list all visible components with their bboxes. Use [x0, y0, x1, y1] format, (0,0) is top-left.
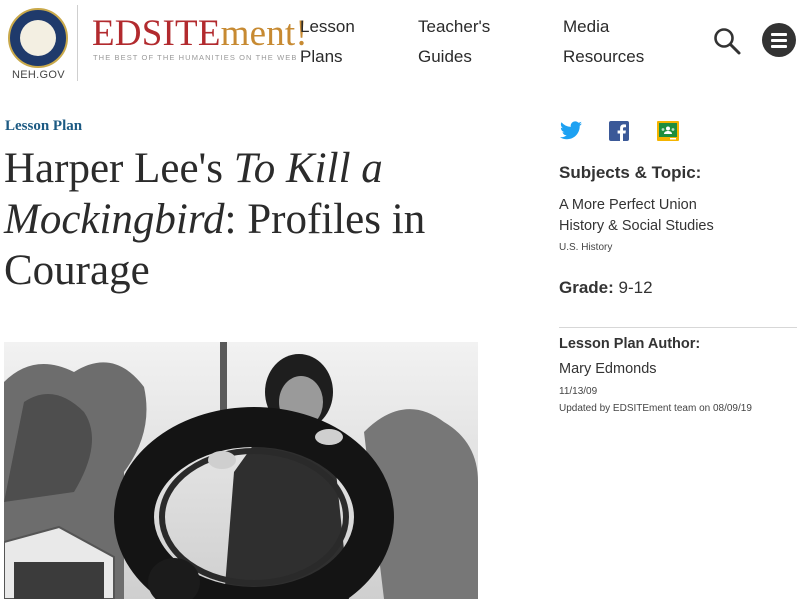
- neh-gov-label[interactable]: NEH.GOV: [12, 69, 65, 81]
- nav-media-resources-line2: Resources: [563, 47, 645, 66]
- grade-value: 9-12: [613, 278, 653, 297]
- subject-link-us-history[interactable]: U.S. History: [559, 242, 612, 253]
- nav-lesson-plans-line1: Lesson: [300, 17, 355, 36]
- twitter-icon[interactable]: [559, 120, 583, 142]
- author-name-link[interactable]: Mary Edmonds: [559, 361, 657, 377]
- nav-media-resources-line1: Media: [563, 17, 610, 36]
- nav-lesson-plans[interactable]: Lesson Plans: [300, 12, 355, 72]
- grade-label: Grade:: [559, 278, 614, 297]
- sidebar-divider: [559, 327, 797, 328]
- brand-ment-text: ment!: [220, 13, 308, 54]
- search-icon[interactable]: [712, 26, 742, 56]
- brand-tagline: THE BEST OF THE HUMANITIES ON THE WEB: [93, 53, 298, 62]
- subject-link-perfect-union[interactable]: A More Perfect Union: [559, 197, 697, 213]
- eagle-emblem-icon: [20, 20, 56, 56]
- nav-teachers-guides[interactable]: Teacher's Guides: [418, 12, 490, 72]
- site-header: NEH.GOV EDSITEment! THE BEST OF THE HUMA…: [0, 0, 800, 88]
- harper-lee-photo: [4, 342, 478, 599]
- google-classroom-icon[interactable]: [656, 120, 680, 142]
- brand-main-text: EDSITE: [92, 13, 221, 54]
- publish-date: 11/13/09: [559, 386, 598, 397]
- author-heading: Lesson Plan Author:: [559, 336, 701, 352]
- neh-seal-logo[interactable]: [8, 8, 68, 68]
- nav-teachers-guides-line1: Teacher's: [418, 17, 491, 36]
- facebook-icon[interactable]: [608, 120, 632, 142]
- header-divider: [77, 5, 78, 81]
- title-part-1: Harper Lee's: [4, 145, 234, 192]
- hamburger-menu-icon[interactable]: [762, 23, 796, 57]
- subject-link-history[interactable]: History & Social Studies: [559, 218, 714, 234]
- content-type-label[interactable]: Lesson Plan: [5, 118, 82, 135]
- grade-row: Grade: 9-12: [559, 278, 653, 298]
- subjects-heading: Subjects & Topic:: [559, 163, 702, 182]
- nav-teachers-guides-line2: Guides: [418, 47, 472, 66]
- edsitement-logo[interactable]: EDSITEment!: [92, 12, 308, 56]
- nav-media-resources[interactable]: Media Resources: [563, 12, 644, 72]
- updated-note: Updated by EDSITEment team on 08/09/19: [559, 403, 752, 414]
- page-title: Harper Lee's To Kill a Mockingbird: Prof…: [4, 143, 524, 296]
- nav-lesson-plans-line2: Plans: [300, 47, 343, 66]
